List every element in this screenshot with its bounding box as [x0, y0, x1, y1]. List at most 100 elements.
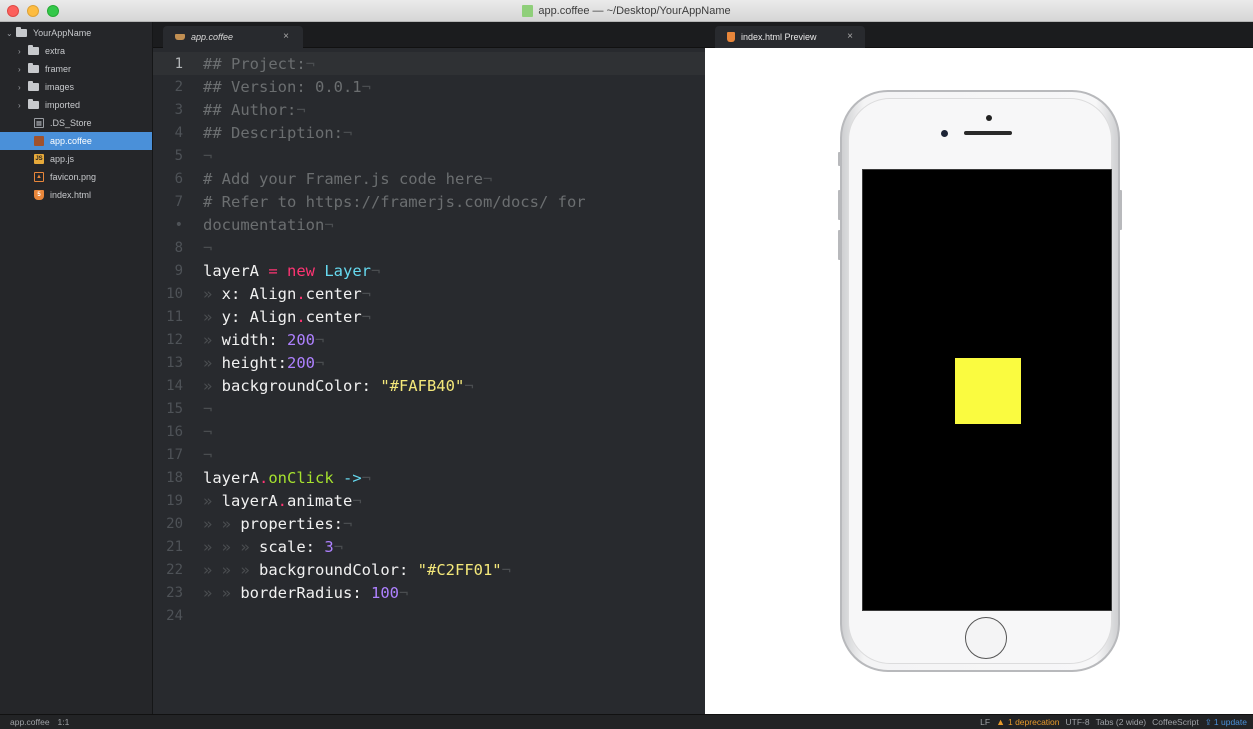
code-line[interactable]: 1 ## Project:¬ [153, 52, 705, 75]
code-line[interactable]: 3 ## Author:¬ [153, 98, 705, 121]
code-line[interactable]: 12 » width: 200¬ [153, 328, 705, 351]
indent-guide: » [203, 307, 222, 326]
line-number: 8 [174, 239, 183, 256]
tab-label: app.coffee [191, 32, 234, 42]
code-line[interactable]: 9 layerA = new Layer¬ [153, 259, 705, 282]
code-line[interactable]: 5 ¬ [153, 144, 705, 167]
property-token: y: Align [221, 307, 297, 326]
line-number: 3 [174, 101, 183, 118]
status-cursor-position[interactable]: 1:1 [58, 717, 70, 727]
eol-marker: ¬ [361, 468, 372, 487]
tree-file-label: index.html [50, 190, 92, 200]
code-line[interactable]: 16 ¬ [153, 420, 705, 443]
indent-guide: » [203, 583, 222, 602]
tree-root-label: YourAppName [33, 28, 92, 38]
code-text: layerA = new Layer¬ [203, 262, 380, 280]
status-encoding[interactable]: UTF-8 [1066, 717, 1090, 727]
code-line[interactable]: 24 [153, 604, 705, 627]
status-file-name[interactable]: app.coffee [10, 717, 50, 727]
code-line[interactable]: 15 ¬ [153, 397, 705, 420]
line-number: 24 [166, 607, 183, 624]
code-text: » layerA.animate¬ [203, 492, 362, 510]
tab-index-preview[interactable]: index.html Preview × [715, 26, 865, 48]
comment-token: # Add your Framer.js code here [203, 169, 483, 188]
code-text: # Refer to https://framerjs.com/docs/ fo… [203, 192, 586, 211]
zoom-window-button[interactable] [47, 5, 59, 17]
tree-folder-framer[interactable]: › framer [0, 60, 152, 78]
tree-folder-extra[interactable]: › extra [0, 42, 152, 60]
code-line[interactable]: 2 ## Version: 0.0.1¬ [153, 75, 705, 98]
status-deprecation[interactable]: ▲ 1 deprecation [996, 717, 1059, 727]
line-number: 18 [166, 469, 183, 486]
eol-marker: ¬ [315, 330, 325, 349]
indent-guide: » [203, 537, 222, 556]
home-button[interactable] [965, 617, 1007, 659]
tree-file-app-js[interactable]: JS app.js [0, 150, 152, 168]
code-line[interactable]: 6 # Add your Framer.js code here¬ [153, 167, 705, 190]
property-token: center [305, 284, 362, 303]
code-editor[interactable]: 1 ## Project:¬ 2 ## Version: 0.0.1¬ 3 ##… [153, 48, 705, 714]
code-line[interactable]: 14 » backgroundColor: "#FAFB40"¬ [153, 374, 705, 397]
tab-app-coffee[interactable]: app.coffee × [163, 26, 303, 48]
code-text: ¬ [203, 423, 212, 441]
chevron-down-icon: ⌄ [6, 28, 13, 38]
eol-marker: ¬ [203, 422, 213, 441]
tree-root-folder[interactable]: ⌄ YourAppName [0, 24, 152, 42]
code-line[interactable]: 23 » » borderRadius: 100¬ [153, 581, 705, 604]
code-line[interactable]: • documentation¬ [153, 213, 705, 236]
code-line[interactable]: 8 ¬ [153, 236, 705, 259]
coffee-file-icon [175, 34, 185, 40]
tree-folder-imported[interactable]: › imported [0, 96, 152, 114]
line-number: 1 [174, 55, 183, 72]
code-text: » » » scale: 3¬ [203, 538, 343, 556]
tree-file-app-coffee[interactable]: app.coffee [0, 132, 152, 150]
comment-token: ## Version: 0.0.1 [203, 77, 362, 96]
line-number: 23 [166, 584, 183, 601]
status-tab-width[interactable]: Tabs (2 wide) [1096, 717, 1147, 727]
indent-guide: » [203, 491, 222, 510]
function-token: onClick [268, 468, 334, 487]
variable-token: layerA [221, 491, 278, 510]
eol-marker: ¬ [352, 491, 362, 510]
code-line[interactable]: 18 layerA.onClick ->¬ [153, 466, 705, 489]
status-grammar[interactable]: CoffeeScript [1152, 717, 1199, 727]
code-line[interactable]: 22 » » » backgroundColor: "#C2FF01"¬ [153, 558, 705, 581]
preview-tab-bar: index.html Preview × [705, 22, 1253, 48]
status-update[interactable]: ⇪ 1 update [1205, 717, 1247, 728]
code-text: ## Project:¬ [203, 55, 315, 73]
status-line-ending[interactable]: LF [980, 717, 990, 727]
string-token: "#FAFB40" [380, 376, 465, 395]
tree-folder-images[interactable]: › images [0, 78, 152, 96]
code-line[interactable]: 21 » » » scale: 3¬ [153, 535, 705, 558]
close-tab-icon[interactable]: × [847, 31, 853, 42]
code-line[interactable]: 17 ¬ [153, 443, 705, 466]
eol-marker: ¬ [343, 514, 353, 533]
eol-marker: ¬ [464, 376, 474, 395]
code-line[interactable]: 7 # Refer to https://framerjs.com/docs/ … [153, 190, 705, 213]
code-line[interactable]: 11 » y: Align.center¬ [153, 305, 705, 328]
code-line[interactable]: 10 » x: Align.center¬ [153, 282, 705, 305]
code-line[interactable]: 20 » » properties:¬ [153, 512, 705, 535]
indent-guide: » [203, 376, 222, 395]
code-line[interactable]: 19 » layerA.animate¬ [153, 489, 705, 512]
line-number: 16 [166, 423, 183, 440]
indent-guide: » [203, 330, 222, 349]
status-update-label: 1 update [1213, 717, 1247, 727]
indent-guide: » [221, 583, 241, 602]
minimize-window-button[interactable] [27, 5, 39, 17]
layer-a[interactable] [955, 358, 1021, 424]
tree-file-index-html[interactable]: 5 index.html [0, 186, 152, 204]
close-tab-icon[interactable]: × [283, 31, 289, 42]
property-token: center [305, 307, 362, 326]
operator-token: = [259, 261, 287, 280]
device-screen[interactable] [862, 169, 1112, 611]
property-token: backgroundColor: [221, 376, 381, 395]
code-line[interactable]: 13 » height:200¬ [153, 351, 705, 374]
code-line[interactable]: 4 ## Description:¬ [153, 121, 705, 144]
dot-token: . [277, 491, 288, 510]
tree-file-favicon[interactable]: ▲ favicon.png [0, 168, 152, 186]
property-token: scale: [259, 537, 325, 556]
code-text: ## Description:¬ [203, 124, 352, 142]
close-window-button[interactable] [7, 5, 19, 17]
tree-file-ds-store[interactable]: ▤ .DS_Store [0, 114, 152, 132]
